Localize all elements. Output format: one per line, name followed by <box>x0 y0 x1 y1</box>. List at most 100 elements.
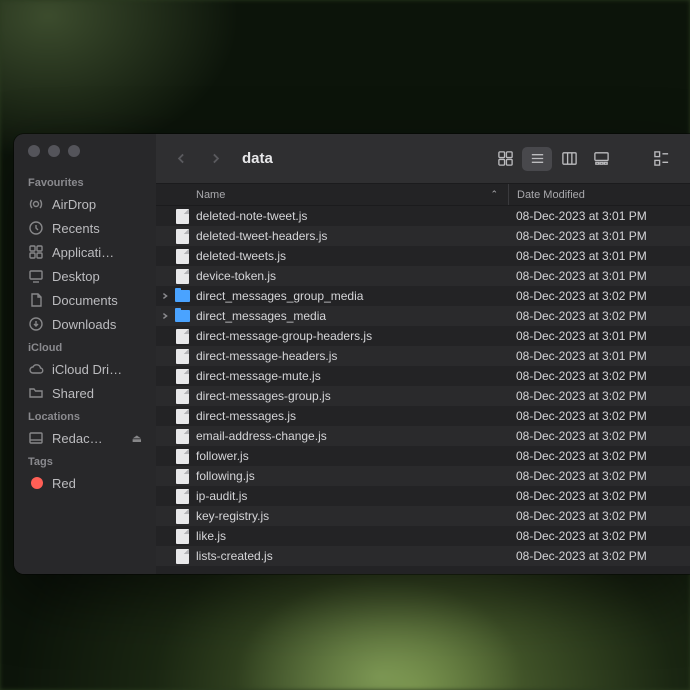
file-row[interactable]: direct-message-headers.js08-Dec-2023 at … <box>156 346 690 366</box>
file-date: 08-Dec-2023 at 3:02 PM <box>508 509 690 523</box>
name-header[interactable]: Name⌃ <box>156 189 508 201</box>
grid-icon <box>28 244 44 260</box>
file-row[interactable]: email-address-change.js08-Dec-2023 at 3:… <box>156 426 690 446</box>
file-date: 08-Dec-2023 at 3:02 PM <box>508 309 690 323</box>
download-icon <box>28 316 44 332</box>
file-icon <box>174 208 190 224</box>
file-row[interactable]: direct-message-mute.js08-Dec-2023 at 3:0… <box>156 366 690 386</box>
sidebar-item-recents[interactable]: Recents <box>14 216 156 240</box>
airdrop-icon <box>28 196 44 212</box>
file-name: follower.js <box>196 449 508 463</box>
file-row[interactable]: following.js08-Dec-2023 at 3:02 PM <box>156 466 690 486</box>
list-view-button[interactable] <box>522 147 552 171</box>
sidebar-section-header: iCloud <box>14 336 156 357</box>
sidebar-item-applicati[interactable]: Applicati… <box>14 240 156 264</box>
file-row[interactable]: direct-message-group-headers.js08-Dec-20… <box>156 326 690 346</box>
window-title: data <box>242 150 273 167</box>
file-date: 08-Dec-2023 at 3:02 PM <box>508 289 690 303</box>
sidebar-item-label: Applicati… <box>52 245 114 260</box>
file-row[interactable]: lists-created.js08-Dec-2023 at 3:02 PM <box>156 546 690 566</box>
file-date: 08-Dec-2023 at 3:01 PM <box>508 209 690 223</box>
folder-icon <box>174 308 190 324</box>
back-button[interactable] <box>170 148 192 170</box>
file-name: like.js <box>196 529 508 543</box>
clock-icon <box>28 220 44 236</box>
sidebar-item-airdrop[interactable]: AirDrop <box>14 192 156 216</box>
sidebar-item-downloads[interactable]: Downloads <box>14 312 156 336</box>
file-row[interactable]: direct-messages.js08-Dec-2023 at 3:02 PM <box>156 406 690 426</box>
group-button[interactable] <box>646 147 676 171</box>
file-date: 08-Dec-2023 at 3:02 PM <box>508 389 690 403</box>
file-row[interactable]: follower.js08-Dec-2023 at 3:02 PM <box>156 446 690 466</box>
file-row[interactable]: device-token.js08-Dec-2023 at 3:01 PM <box>156 266 690 286</box>
file-name: device-token.js <box>196 269 508 283</box>
file-date: 08-Dec-2023 at 3:01 PM <box>508 329 690 343</box>
icon-view-button[interactable] <box>490 147 520 171</box>
sidebar-item-redac[interactable]: Redac…⏏ <box>14 426 156 450</box>
file-name: email-address-change.js <box>196 429 508 443</box>
file-icon <box>174 488 190 504</box>
sidebar-item-documents[interactable]: Documents <box>14 288 156 312</box>
sidebar-section-header: Tags <box>14 450 156 471</box>
file-name: direct_messages_group_media <box>196 289 508 303</box>
file-row[interactable]: deleted-note-tweet.js08-Dec-2023 at 3:01… <box>156 206 690 226</box>
zoom-button[interactable] <box>68 145 80 157</box>
file-icon <box>174 408 190 424</box>
column-headers: Name⌃ Date Modified <box>156 184 690 206</box>
file-icon <box>174 508 190 524</box>
sidebar-section-header: Locations <box>14 405 156 426</box>
file-name: lists-created.js <box>196 549 508 563</box>
disclosure-triangle-icon[interactable] <box>156 312 174 320</box>
gallery-view-button[interactable] <box>586 147 616 171</box>
file-icon <box>174 388 190 404</box>
file-date: 08-Dec-2023 at 3:02 PM <box>508 529 690 543</box>
forward-button[interactable] <box>204 148 226 170</box>
sidebar-item-iclouddri[interactable]: iCloud Dri… <box>14 357 156 381</box>
finder-window: FavouritesAirDropRecentsApplicati…Deskto… <box>14 134 690 574</box>
date-header[interactable]: Date Modified <box>508 184 690 205</box>
sidebar-item-label: AirDrop <box>52 197 96 212</box>
file-row[interactable]: direct_messages_media08-Dec-2023 at 3:02… <box>156 306 690 326</box>
file-row[interactable]: key-registry.js08-Dec-2023 at 3:02 PM <box>156 506 690 526</box>
file-name: direct-messages.js <box>196 409 508 423</box>
file-icon <box>174 468 190 484</box>
sidebar-item-label: Documents <box>52 293 118 308</box>
traffic-lights <box>14 145 156 171</box>
file-name: direct-message-headers.js <box>196 349 508 363</box>
file-date: 08-Dec-2023 at 3:02 PM <box>508 369 690 383</box>
disk-icon <box>28 430 44 446</box>
file-row[interactable]: deleted-tweets.js08-Dec-2023 at 3:01 PM <box>156 246 690 266</box>
file-icon <box>174 228 190 244</box>
file-list[interactable]: deleted-note-tweet.js08-Dec-2023 at 3:01… <box>156 206 690 574</box>
sort-indicator-icon: ⌃ <box>490 189 498 200</box>
file-date: 08-Dec-2023 at 3:02 PM <box>508 549 690 563</box>
file-row[interactable]: deleted-tweet-headers.js08-Dec-2023 at 3… <box>156 226 690 246</box>
sidebar-item-label: iCloud Dri… <box>52 362 122 377</box>
file-name: key-registry.js <box>196 509 508 523</box>
column-view-button[interactable] <box>554 147 584 171</box>
view-switcher <box>490 147 616 171</box>
file-date: 08-Dec-2023 at 3:01 PM <box>508 269 690 283</box>
minimize-button[interactable] <box>48 145 60 157</box>
file-date: 08-Dec-2023 at 3:02 PM <box>508 469 690 483</box>
disclosure-triangle-icon[interactable] <box>156 292 174 300</box>
file-name: deleted-tweets.js <box>196 249 508 263</box>
file-row[interactable]: ip-audit.js08-Dec-2023 at 3:02 PM <box>156 486 690 506</box>
file-date: 08-Dec-2023 at 3:02 PM <box>508 409 690 423</box>
eject-icon[interactable]: ⏏ <box>132 432 142 445</box>
file-date: 08-Dec-2023 at 3:02 PM <box>508 449 690 463</box>
sidebar-item-red[interactable]: Red <box>14 471 156 495</box>
file-date: 08-Dec-2023 at 3:01 PM <box>508 349 690 363</box>
close-button[interactable] <box>28 145 40 157</box>
file-icon <box>174 548 190 564</box>
toolbar: data <box>156 134 690 184</box>
file-row[interactable]: direct-messages-group.js08-Dec-2023 at 3… <box>156 386 690 406</box>
sidebar-item-desktop[interactable]: Desktop <box>14 264 156 288</box>
sidebar: FavouritesAirDropRecentsApplicati…Deskto… <box>14 134 156 574</box>
file-row[interactable]: like.js08-Dec-2023 at 3:02 PM <box>156 526 690 546</box>
folder-icon <box>174 288 190 304</box>
sidebar-item-label: Recents <box>52 221 100 236</box>
sidebar-item-shared[interactable]: Shared <box>14 381 156 405</box>
file-date: 08-Dec-2023 at 3:01 PM <box>508 249 690 263</box>
file-row[interactable]: direct_messages_group_media08-Dec-2023 a… <box>156 286 690 306</box>
